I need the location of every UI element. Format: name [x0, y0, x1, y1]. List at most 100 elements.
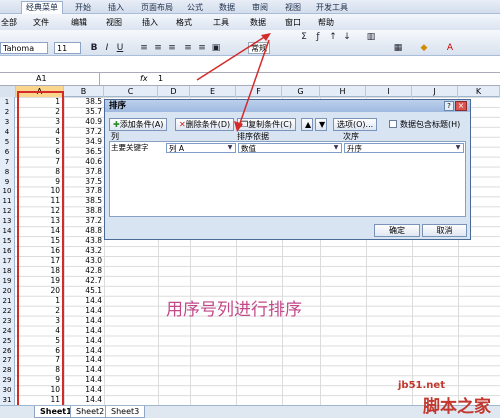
cell-b[interactable]: 40.9 — [64, 116, 104, 127]
font-name-box[interactable]: Tahoma — [0, 42, 48, 54]
cell-b[interactable]: 14.4 — [64, 365, 104, 376]
delete-level-button[interactable]: ✕删除条件(D) — [175, 118, 235, 131]
copy-level-button[interactable]: ❐复制条件(C) — [237, 118, 296, 131]
tab-classic-menu[interactable]: 经典菜单 — [21, 1, 63, 14]
row-header[interactable]: 27 — [0, 355, 15, 366]
menu-edit[interactable]: 编辑 — [71, 17, 87, 28]
cell-b[interactable]: 35.7 — [64, 106, 104, 117]
row-header[interactable]: 14 — [0, 226, 15, 237]
column-select[interactable]: 列 A ▼ — [166, 143, 236, 153]
merge-cells-icon[interactable]: ▣ — [210, 42, 222, 54]
tab-data[interactable]: 数据 — [219, 2, 235, 13]
number-format-box[interactable]: 常规 — [248, 42, 270, 54]
cell-b[interactable]: 37.2 — [64, 216, 104, 227]
cell-b[interactable]: 14.4 — [64, 295, 104, 306]
column-header-j[interactable]: J — [412, 86, 458, 97]
cancel-button[interactable]: 取消 — [422, 224, 467, 237]
cell-b[interactable]: 37.2 — [64, 126, 104, 137]
tab-insert[interactable]: 插入 — [108, 2, 124, 13]
row-header[interactable]: 28 — [0, 365, 15, 376]
fill-color-icon[interactable]: ◆ — [418, 42, 430, 54]
row-header[interactable]: 16 — [0, 246, 15, 257]
cell-b[interactable]: 14.4 — [64, 375, 104, 386]
cell-b[interactable]: 43.0 — [64, 256, 104, 267]
tab-page-layout[interactable]: 页面布局 — [141, 2, 173, 13]
name-box[interactable]: A1 — [0, 73, 100, 85]
cell-b[interactable]: 37.8 — [64, 186, 104, 197]
column-header-c[interactable]: C — [104, 86, 158, 97]
row-header[interactable]: 4 — [0, 126, 15, 137]
column-header-f[interactable]: F — [236, 86, 282, 97]
row-header[interactable]: 9 — [0, 176, 15, 187]
row-header[interactable]: 31 — [0, 395, 15, 406]
cell-b[interactable]: 42.8 — [64, 265, 104, 276]
tab-formulas[interactable]: 公式 — [187, 2, 203, 13]
column-header-h[interactable]: H — [320, 86, 366, 97]
row-header[interactable]: 17 — [0, 256, 15, 267]
row-header[interactable]: 18 — [0, 265, 15, 276]
menu-tools[interactable]: 工具 — [213, 17, 229, 28]
menu-data[interactable]: 数据 — [250, 17, 266, 28]
fx-icon[interactable]: fx — [140, 73, 148, 85]
row-header[interactable]: 15 — [0, 236, 15, 247]
row-header[interactable]: 13 — [0, 216, 15, 227]
order-select[interactable]: 升序 ▼ — [344, 143, 464, 153]
row-header[interactable]: 2 — [0, 106, 15, 117]
underline-button[interactable]: U — [114, 42, 126, 54]
cell-b[interactable]: 14.4 — [64, 385, 104, 396]
row-header[interactable]: 25 — [0, 335, 15, 346]
column-header-i[interactable]: I — [366, 86, 412, 97]
row-header[interactable]: 30 — [0, 385, 15, 396]
sort-on-select[interactable]: 数值 ▼ — [238, 143, 342, 153]
tab-home[interactable]: 开始 — [75, 2, 91, 13]
cell-b[interactable]: 43.2 — [64, 246, 104, 257]
function-icon[interactable]: ƒ — [312, 31, 324, 43]
border-icon[interactable]: ▦ — [392, 42, 404, 54]
row-header[interactable]: 11 — [0, 196, 15, 207]
distributed-icon[interactable]: ≡ — [196, 42, 208, 54]
cell-b[interactable]: 14.4 — [64, 335, 104, 346]
menu-view[interactable]: 视图 — [106, 17, 122, 28]
formula-input[interactable]: 1 — [158, 73, 163, 85]
menu-help[interactable]: 帮助 — [318, 17, 334, 28]
row-header[interactable]: 21 — [0, 295, 15, 306]
font-size-box[interactable]: 11 — [54, 42, 81, 54]
sort-descending-icon[interactable]: ↓ — [341, 31, 353, 43]
column-header-d[interactable]: D — [158, 86, 190, 97]
row-header[interactable]: 1 — [0, 97, 15, 107]
cell-b[interactable]: 48.8 — [64, 226, 104, 237]
menu-window[interactable]: 窗口 — [285, 17, 301, 28]
cell-b[interactable]: 40.6 — [64, 156, 104, 167]
row-header[interactable]: 22 — [0, 305, 15, 316]
cell-b[interactable]: 38.8 — [64, 206, 104, 217]
menu-insert[interactable]: 插入 — [142, 17, 158, 28]
align-left-icon[interactable]: ≡ — [138, 42, 150, 54]
italic-button[interactable]: I — [101, 42, 113, 54]
cell-b[interactable]: 14.4 — [64, 355, 104, 366]
move-down-button[interactable]: ▼ — [315, 118, 327, 131]
font-color-icon[interactable]: A — [444, 42, 456, 54]
sort-ascending-icon[interactable]: ↑ — [327, 31, 339, 43]
menu-file[interactable]: 文件 — [33, 17, 49, 28]
row-header[interactable]: 20 — [0, 285, 15, 296]
sheet-tab-3[interactable]: Sheet3 — [105, 406, 146, 418]
tab-review[interactable]: 审阅 — [252, 2, 268, 13]
row-header[interactable]: 12 — [0, 206, 15, 217]
cell-b[interactable]: 14.4 — [64, 315, 104, 326]
cell-b[interactable]: 36.5 — [64, 146, 104, 157]
row-header[interactable]: 29 — [0, 375, 15, 386]
row-header[interactable]: 24 — [0, 325, 15, 336]
cell-b[interactable]: 14.4 — [64, 325, 104, 336]
align-center-icon[interactable]: ≡ — [152, 42, 164, 54]
row-header[interactable]: 26 — [0, 345, 15, 356]
cell-b[interactable]: 42.7 — [64, 275, 104, 286]
move-up-button[interactable]: ▲ — [301, 118, 313, 131]
has-headers-checkbox[interactable] — [389, 120, 397, 128]
row-header[interactable]: 3 — [0, 116, 15, 127]
cell-b[interactable]: 38.5 — [64, 196, 104, 207]
row-header[interactable]: 23 — [0, 315, 15, 326]
row-header[interactable]: 6 — [0, 146, 15, 157]
options-button[interactable]: 选项(O)... — [333, 118, 378, 131]
select-all-corner[interactable] — [0, 86, 16, 97]
cell-b[interactable]: 38.5 — [64, 97, 104, 107]
